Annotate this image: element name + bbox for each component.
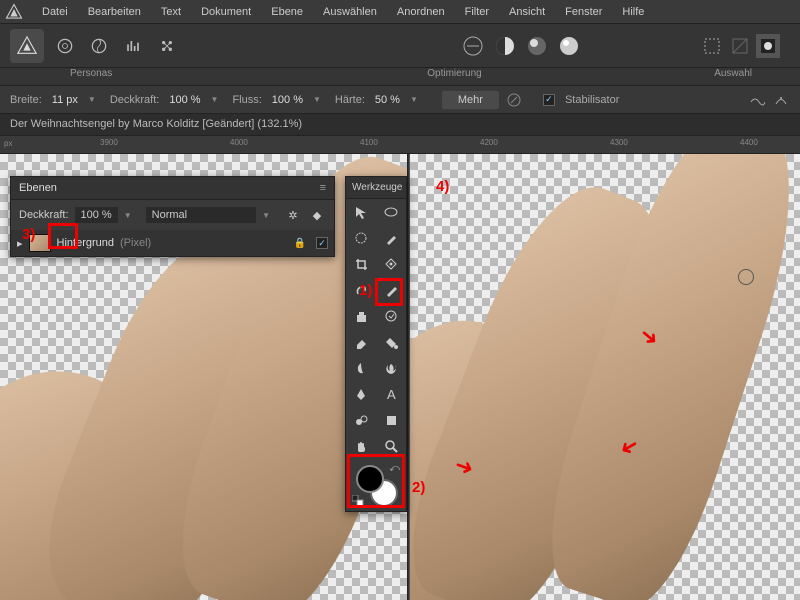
gradient-tool-icon[interactable] bbox=[346, 407, 376, 433]
menu-bearbeiten[interactable]: Bearbeiten bbox=[78, 6, 151, 18]
layer-row[interactable]: ▸ Hintergrund (Pixel) 🔒 ✓ bbox=[11, 230, 334, 256]
menu-dokument[interactable]: Dokument bbox=[191, 6, 261, 18]
tools-panel-title: Werkzeuge bbox=[346, 177, 406, 199]
layer-opacity-value[interactable]: 100 % bbox=[75, 207, 118, 223]
persona-develop-icon[interactable] bbox=[86, 33, 112, 59]
menu-datei[interactable]: Datei bbox=[32, 6, 78, 18]
opacity-value[interactable]: 100 % bbox=[165, 94, 204, 106]
layer-type: (Pixel) bbox=[120, 237, 151, 249]
swap-colors-icon[interactable]: ⤺ bbox=[389, 463, 400, 474]
flow-value[interactable]: 100 % bbox=[268, 94, 307, 106]
stabilizer-label: Stabilisator bbox=[565, 94, 619, 106]
canvas-right-view[interactable] bbox=[410, 154, 800, 600]
view-tool-icon[interactable] bbox=[376, 199, 406, 225]
opt-highlight-icon[interactable] bbox=[556, 33, 582, 59]
flow-dropdown[interactable]: ▼ bbox=[313, 95, 321, 104]
flood-select-tool-icon[interactable] bbox=[376, 251, 406, 277]
pressure-icon[interactable] bbox=[505, 91, 523, 109]
width-value[interactable]: 11 px bbox=[48, 94, 82, 106]
layer-visible-checkbox[interactable]: ✓ bbox=[316, 237, 328, 249]
width-dropdown[interactable]: ▼ bbox=[88, 95, 96, 104]
window-icon[interactable] bbox=[772, 91, 790, 109]
rope-icon[interactable] bbox=[748, 91, 766, 109]
app-logo bbox=[4, 2, 24, 22]
blend-mode-select[interactable]: Normal bbox=[146, 207, 256, 223]
persona-liquify-icon[interactable] bbox=[52, 33, 78, 59]
more-button[interactable]: Mehr bbox=[442, 91, 499, 109]
opt-levels-icon[interactable] bbox=[460, 33, 486, 59]
selection-tool-icon[interactable] bbox=[346, 225, 376, 251]
inpaint-tool-icon[interactable] bbox=[376, 303, 406, 329]
persona-tone-icon[interactable] bbox=[120, 33, 146, 59]
menu-hilfe[interactable]: Hilfe bbox=[612, 6, 654, 18]
persona-export-icon[interactable] bbox=[154, 33, 180, 59]
flow-label: Fluss: bbox=[232, 94, 261, 106]
hardness-label: Härte: bbox=[335, 94, 365, 106]
healing-tool-icon[interactable] bbox=[346, 277, 376, 303]
opacity-dropdown[interactable]: ▼ bbox=[211, 95, 219, 104]
burn-tool-icon[interactable] bbox=[376, 355, 406, 381]
sel-marquee-icon[interactable] bbox=[700, 34, 724, 58]
document-title: Der Weihnachtsengel by Marco Kolditz [Ge… bbox=[0, 114, 800, 136]
foreground-color[interactable] bbox=[356, 465, 384, 493]
fill-tool-icon[interactable] bbox=[376, 329, 406, 355]
text-tool-icon[interactable]: A bbox=[376, 381, 406, 407]
pen-tool-icon[interactable] bbox=[346, 381, 376, 407]
blend-mode-dropdown[interactable]: ▼ bbox=[262, 211, 270, 220]
erase-brush-tool-icon[interactable] bbox=[376, 277, 406, 303]
menu-fenster[interactable]: Fenster bbox=[555, 6, 612, 18]
shape-tool-icon[interactable] bbox=[376, 407, 406, 433]
opt-split-icon[interactable] bbox=[492, 33, 518, 59]
layer-opacity-dropdown[interactable]: ▼ bbox=[124, 211, 132, 220]
sel-mask-icon[interactable] bbox=[756, 34, 780, 58]
svg-text:A: A bbox=[387, 387, 396, 402]
layers-panel-menu-icon[interactable]: ≡ bbox=[320, 182, 326, 194]
layer-name: Hintergrund bbox=[57, 237, 114, 249]
layer-expand-icon[interactable]: ▸ bbox=[17, 237, 23, 250]
zoom-tool-icon[interactable] bbox=[376, 433, 406, 459]
layers-panel[interactable]: Ebenen ≡ Deckkraft: 100 % ▼ Normal ▼ ✲ ◆… bbox=[10, 176, 335, 257]
sel-freehand-icon[interactable] bbox=[728, 34, 752, 58]
optimierung-label: Optimierung bbox=[427, 68, 481, 85]
stabilizer-checkbox[interactable]: ✓ bbox=[543, 94, 555, 106]
color-swatch[interactable]: ⤺ bbox=[346, 459, 406, 511]
personas-label: Personas bbox=[70, 68, 112, 85]
hardness-dropdown[interactable]: ▼ bbox=[410, 95, 418, 104]
menu-ansicht[interactable]: Ansicht bbox=[499, 6, 555, 18]
menu-ebene[interactable]: Ebene bbox=[261, 6, 313, 18]
layer-settings-icon[interactable]: ✲ bbox=[284, 206, 302, 224]
dodge-tool-icon[interactable] bbox=[346, 355, 376, 381]
tools-panel[interactable]: Werkzeuge A ⤺ bbox=[345, 176, 407, 512]
layer-thumbnail[interactable] bbox=[29, 234, 51, 252]
opacity-label: Deckkraft: bbox=[110, 94, 160, 106]
horizontal-ruler: px 3900 4000 4100 4200 4300 4400 bbox=[0, 136, 800, 154]
paint-brush-tool-icon[interactable] bbox=[376, 225, 406, 251]
hand-tool-icon[interactable] bbox=[346, 433, 376, 459]
crop-tool-icon[interactable] bbox=[346, 251, 376, 277]
persona-photo[interactable] bbox=[10, 29, 44, 63]
menu-text[interactable]: Text bbox=[151, 6, 191, 18]
menu-anordnen[interactable]: Anordnen bbox=[387, 6, 455, 18]
default-colors-icon[interactable] bbox=[352, 495, 364, 507]
width-label: Breite: bbox=[10, 94, 42, 106]
auswahl-label: Auswahl bbox=[714, 68, 752, 85]
eraser-tool-icon[interactable] bbox=[346, 329, 376, 355]
opt-shadow-icon[interactable] bbox=[524, 33, 550, 59]
menu-auswaehlen[interactable]: Auswählen bbox=[313, 6, 387, 18]
move-tool-icon[interactable] bbox=[346, 199, 376, 225]
hardness-value[interactable]: 50 % bbox=[371, 94, 404, 106]
layers-panel-title: Ebenen bbox=[19, 182, 57, 194]
clone-tool-icon[interactable] bbox=[346, 303, 376, 329]
menu-filter[interactable]: Filter bbox=[455, 6, 499, 18]
layer-fx-icon[interactable]: ◆ bbox=[308, 206, 326, 224]
layer-lock-icon[interactable]: 🔒 bbox=[294, 238, 306, 249]
layer-opacity-label: Deckkraft: bbox=[19, 209, 69, 221]
